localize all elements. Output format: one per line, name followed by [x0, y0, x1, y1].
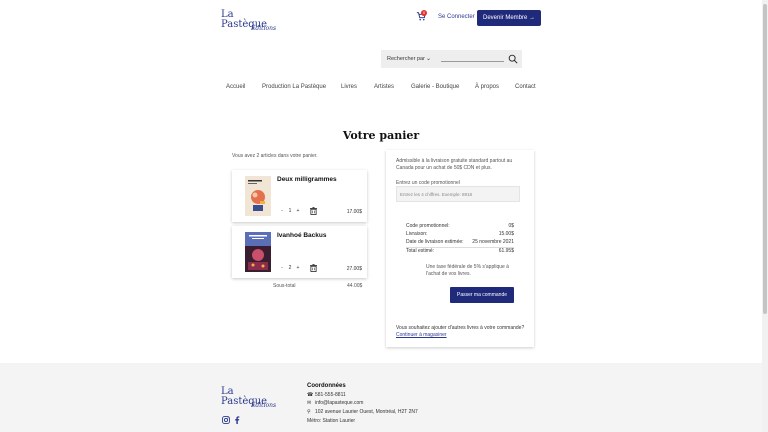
search-input[interactable] [441, 61, 504, 62]
cart-item: Ivanhoé Backus -2 + 27.00$ [232, 226, 367, 278]
summary-label: Total estimé: [406, 248, 435, 254]
trash-icon[interactable] [310, 264, 317, 272]
increase-qty-button[interactable]: + [294, 265, 302, 271]
promo-code-placeholder: Entrez les 4 chiffres. Exemple: 8918 [400, 192, 472, 197]
cart-item: Deux milligrammes -1 + 17.00$ [232, 170, 367, 222]
nav-livres[interactable]: Livres [341, 84, 357, 90]
quantity-value: 2 [288, 265, 292, 271]
contact-address: ⚲ 102 avenue Laurier Ouest, Montréal, H2T… [307, 409, 418, 415]
summary-value: 61.95$ [498, 248, 514, 254]
mail-icon: ✉ [307, 400, 312, 406]
become-member-button[interactable]: Devenir Membre → [477, 10, 541, 26]
subtotal-label: Sous-total [273, 283, 296, 289]
cart-page: La Pastèque Éditions 0 Se Connecter Deve… [0, 0, 762, 432]
search-icon[interactable] [508, 54, 518, 64]
book-cover-image[interactable] [245, 232, 271, 272]
chevron-down-icon[interactable]: ⌄ [426, 55, 431, 62]
tax-note: Une taxe fédérale de 5% s'applique à l'a… [426, 264, 509, 277]
trash-icon[interactable] [310, 207, 317, 215]
nav-artistes[interactable]: Artistes [374, 84, 394, 90]
decrease-qty-button[interactable]: - [278, 265, 286, 271]
nav-galerie-boutique[interactable]: Galerie - Boutique [411, 84, 459, 90]
items-count-text: Vous avez 2 articles dans votre panier. [232, 153, 318, 159]
nav-a-propos[interactable]: À propos [475, 84, 499, 90]
quantity-value: 1 [288, 208, 292, 214]
subtotal-value: 44.00$ [347, 283, 363, 289]
order-summary-panel: Admissible à la livraison gratuite stand… [386, 150, 534, 347]
quantity-stepper: -2 + [278, 265, 302, 271]
phone-text[interactable]: 581-555-8811 [315, 392, 346, 398]
nav-accueil[interactable]: Accueil [226, 84, 245, 90]
more-books-question: Vous souhaitez ajouter d'autres livres à… [396, 325, 525, 331]
scrollbar-thumb[interactable] [763, 4, 767, 314]
summary-label: Date de livraison estimée: [406, 239, 464, 245]
search-category-select[interactable]: Rechercher par [387, 56, 425, 62]
continue-shopping-text: Vous souhaitez ajouter d'autres livres à… [396, 325, 526, 339]
logo-line-3: Éditions [251, 402, 277, 409]
address-text: 102 avenue Laurier Ouest, Montréal, H2T … [315, 409, 418, 415]
summary-label: Code promotionnel: [406, 223, 450, 229]
summary-row-promo: Code promotionnel: 0$ [406, 223, 514, 229]
facebook-icon[interactable] [233, 416, 241, 424]
decrease-qty-button[interactable]: - [278, 208, 286, 214]
logo-line-3: Éditions [251, 25, 277, 32]
item-title[interactable]: Ivanhoé Backus [277, 232, 327, 239]
search-bar: Rechercher par ⌄ [381, 50, 522, 68]
summary-value: 25 novembre 2021 [472, 239, 514, 245]
summary-row-delivery-date: Date de livraison estimée: 25 novembre 2… [406, 239, 514, 245]
cart-count-badge: 0 [421, 10, 427, 16]
summary-value: 0$ [508, 223, 514, 229]
summary-value: 15.00$ [498, 231, 514, 237]
quantity-stepper: -1 + [278, 208, 302, 214]
promo-code-input[interactable]: Entrez les 4 chiffres. Exemple: 8918 [396, 186, 520, 202]
continue-shopping-link[interactable]: Continuer à magasiner [396, 332, 447, 338]
instagram-icon[interactable] [222, 416, 230, 424]
login-link[interactable]: Se Connecter [438, 14, 475, 20]
item-price: 27.00$ [346, 266, 362, 272]
increase-qty-button[interactable]: + [294, 208, 302, 214]
contact-email: ✉ info@lapasteque.com [307, 400, 363, 406]
nav-contact[interactable]: Contact [515, 84, 536, 90]
contact-phone: ☎ 581-555-8811 [307, 392, 346, 398]
email-text[interactable]: info@lapasteque.com [315, 400, 363, 406]
site-footer: La Pastèque Éditions Coordonnées ☎ 581-55… [0, 363, 762, 432]
place-order-button[interactable]: Passer ma commande [450, 287, 514, 303]
item-title[interactable]: Deux milligrammes [277, 176, 337, 183]
book-cover-image[interactable] [245, 176, 271, 216]
contact-metro: Métro: Station Laurier [307, 418, 356, 424]
summary-row-total: Total estimé: 61.95$ [406, 248, 514, 254]
site-logo[interactable]: La Pastèque Éditions [221, 10, 276, 32]
phone-icon: ☎ [307, 392, 314, 398]
free-shipping-note: Admissible à la livraison gratuite stand… [396, 158, 513, 171]
location-pin-icon: ⚲ [307, 409, 311, 415]
page-title: Votre panier [342, 129, 420, 142]
page-scrollbar[interactable] [762, 0, 768, 432]
item-price: 17.00$ [346, 209, 362, 215]
summary-label: Livraison: [406, 231, 428, 237]
nav-production[interactable]: Production La Pastèque [262, 84, 326, 90]
summary-row-shipping: Livraison: 15.00$ [406, 231, 514, 237]
contact-title: Coordonnées [307, 383, 346, 389]
footer-logo[interactable]: La Pastèque Éditions [221, 387, 276, 409]
